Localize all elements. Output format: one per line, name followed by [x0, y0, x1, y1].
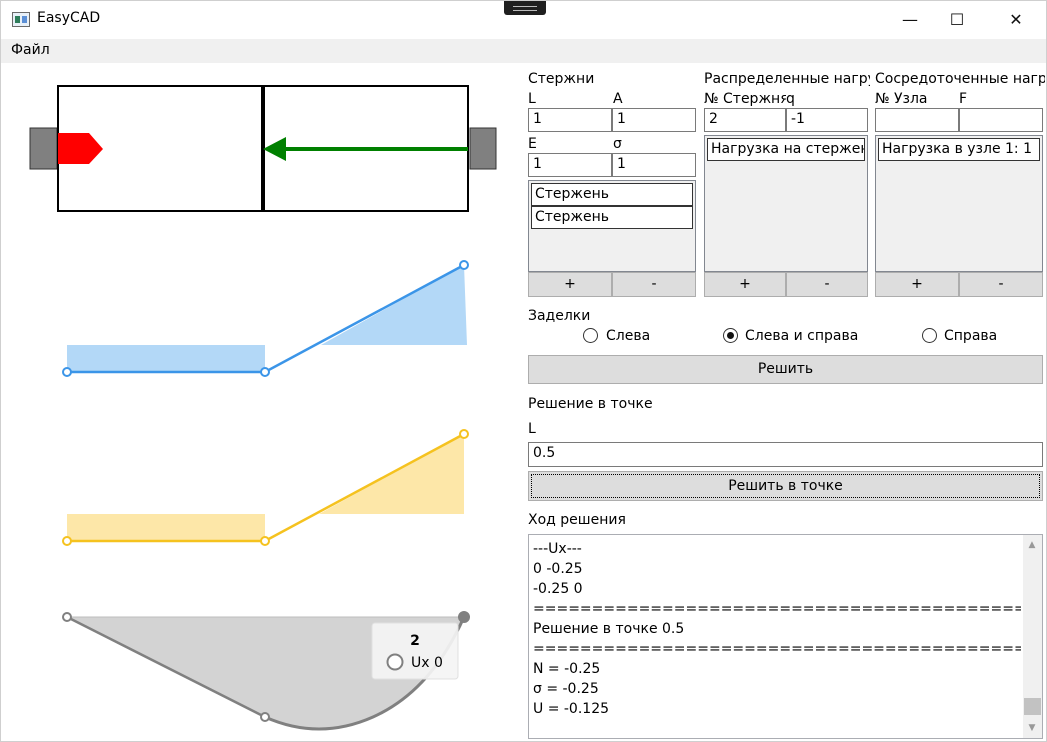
distributed-add-button[interactable]: +: [704, 272, 786, 297]
rods-label-sigma: σ: [613, 136, 622, 152]
distributed-label-rod: № Стержня: [704, 91, 786, 107]
rods-a-input[interactable]: 1: [612, 108, 696, 132]
point-label-l: L: [528, 421, 536, 437]
tooltip-value: 0: [434, 655, 443, 671]
plot-sigma-point[interactable]: [62, 536, 72, 546]
plot-sigma-point[interactable]: [459, 429, 469, 439]
minimize-button[interactable]: —: [887, 1, 933, 37]
concentrated-label-f: F: [959, 91, 968, 107]
support-both-label[interactable]: Слева и справа: [745, 328, 858, 344]
concentrated-title: Сосредоточенные нагрузки: [875, 71, 1045, 87]
solve-button[interactable]: Решить: [528, 355, 1043, 384]
plot-u-point[interactable]: [260, 712, 270, 722]
rods-sigma-input[interactable]: 1: [612, 153, 696, 177]
distributed-title: Распределенные нагрузки: [704, 71, 870, 87]
distributed-list[interactable]: Нагрузка на стержень: [704, 135, 868, 272]
menu-file[interactable]: Файл: [11, 42, 50, 58]
tooltip-series: Ux: [411, 655, 430, 671]
rods-list[interactable]: Стержень Стержень: [528, 180, 696, 272]
log-line: ---Ux---: [533, 541, 582, 557]
scroll-up-icon[interactable]: ▲: [1027, 540, 1037, 550]
list-item[interactable]: Стержень: [531, 183, 693, 206]
plot-n-point[interactable]: [459, 260, 469, 270]
plot-n-area-top: [67, 265, 464, 345]
log-line: ========================================…: [533, 601, 1021, 617]
solve-point-button[interactable]: Решить в точке: [528, 471, 1043, 501]
list-item[interactable]: Стержень: [531, 206, 693, 229]
log-textbox[interactable]: ---Ux--- 0 -0.25 -0.25 0 ===============…: [528, 534, 1043, 739]
app-window: EasyCAD — ☐ ✕ Файл 2 Ux 0 Стержни L A 1 …: [0, 0, 1047, 742]
minimize-icon: —: [902, 9, 918, 29]
plot-sigma-area-top: [265, 434, 464, 514]
rods-l-input[interactable]: 1: [528, 108, 612, 132]
log-line: ========================================…: [533, 641, 1021, 657]
log-title: Ход решения: [528, 512, 626, 528]
distributed-q-input[interactable]: -1: [786, 108, 868, 132]
log-line: U = -0.125: [533, 701, 610, 717]
scroll-down-icon[interactable]: ▼: [1027, 723, 1037, 733]
plot-sigma-point[interactable]: [260, 536, 270, 546]
list-item[interactable]: Нагрузка в узле 1: 1: [878, 138, 1040, 161]
scroll-thumb[interactable]: [1024, 698, 1041, 715]
plot-u-point-hover[interactable]: [458, 611, 470, 623]
snap-handle[interactable]: [504, 1, 546, 15]
list-item[interactable]: Нагрузка на стержень: [707, 138, 865, 161]
distributed-label-q: q: [786, 91, 795, 107]
chart-tooltip: 2 Ux 0: [371, 622, 459, 680]
concentrated-f-input[interactable]: [959, 108, 1043, 132]
maximize-icon: ☐: [949, 9, 965, 29]
log-scrollbar[interactable]: ▲ ▼: [1023, 535, 1042, 738]
maximize-button[interactable]: ☐: [934, 1, 980, 37]
concentrated-list[interactable]: Нагрузка в узле 1: 1: [875, 135, 1043, 272]
plot-n-point[interactable]: [260, 367, 270, 377]
rods-title: Стержни: [528, 71, 595, 87]
rods-remove-button[interactable]: -: [612, 272, 696, 297]
tooltip-series-icon: [386, 653, 404, 671]
support-both-radio[interactable]: [723, 328, 738, 343]
rods-label-a: A: [613, 91, 623, 107]
support-right-radio[interactable]: [922, 328, 937, 343]
concentrated-node-input[interactable]: [875, 108, 959, 132]
concentrated-add-button[interactable]: +: [875, 272, 959, 297]
supports-title: Заделки: [528, 308, 591, 324]
rods-label-l: L: [528, 91, 536, 107]
close-button[interactable]: ✕: [993, 1, 1039, 37]
support-right-label[interactable]: Справа: [944, 328, 997, 344]
plot-n-point[interactable]: [62, 367, 72, 377]
tooltip-title: 2: [410, 633, 420, 649]
close-icon: ✕: [1009, 9, 1023, 29]
log-line: Решение в точке 0.5: [533, 621, 685, 637]
concentrated-remove-button[interactable]: -: [959, 272, 1043, 297]
plot-sigma-area: [67, 514, 265, 541]
point-title: Решение в точке: [528, 396, 653, 412]
rods-label-e: E: [528, 136, 537, 152]
menu-bar: [1, 39, 1046, 63]
rods-e-input[interactable]: 1: [528, 153, 612, 177]
distributed-remove-button[interactable]: -: [786, 272, 868, 297]
support-left-radio[interactable]: [583, 328, 598, 343]
log-line: -0.25 0: [533, 581, 583, 597]
rods-add-button[interactable]: +: [528, 272, 612, 297]
right-support: [469, 127, 497, 170]
plot-u-point[interactable]: [62, 612, 72, 622]
app-icon: [12, 12, 30, 27]
left-support: [29, 127, 58, 170]
concentrated-label-node: № Узла: [875, 91, 928, 107]
log-line: 0 -0.25: [533, 561, 583, 577]
support-left-label[interactable]: Слева: [606, 328, 650, 344]
construction-canvas: 2 Ux 0: [29, 85, 497, 731]
window-title: EasyCAD: [37, 10, 101, 26]
point-l-input[interactable]: 0.5: [528, 442, 1043, 467]
distributed-rod-input[interactable]: 2: [704, 108, 786, 132]
log-line: N = -0.25: [533, 661, 601, 677]
log-line: σ = -0.25: [533, 681, 599, 697]
